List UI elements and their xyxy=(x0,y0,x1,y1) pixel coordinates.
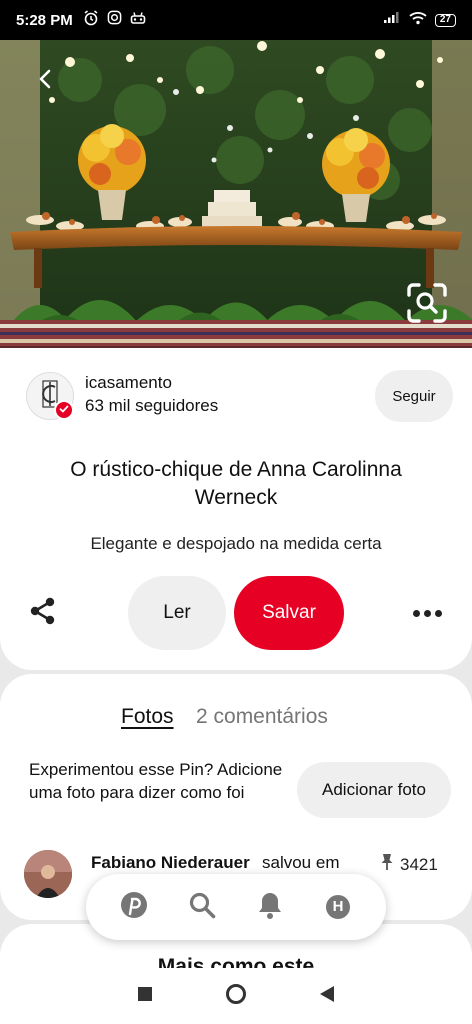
profile-icon: H xyxy=(325,894,351,920)
battery-icon: 27 xyxy=(434,13,456,27)
system-nav-bar xyxy=(0,968,472,1024)
pushpin-icon xyxy=(380,853,394,876)
tried-pin-prompt: Experimentou esse Pin? Adicione uma foto… xyxy=(29,760,283,802)
status-bar: 5:28 PM 27 xyxy=(0,0,472,40)
status-left-icons xyxy=(83,9,146,31)
recents-square-icon xyxy=(137,986,153,1007)
pin-title: O rústico-chique de Anna Carolinna Werne… xyxy=(70,458,402,509)
status-right-icons: 27 xyxy=(383,11,456,30)
notification-icon xyxy=(130,11,146,30)
visual-search-icon xyxy=(405,281,449,330)
activity-action: salvou em xyxy=(262,853,340,872)
nav-profile-button[interactable]: H xyxy=(318,887,358,927)
system-back-button[interactable] xyxy=(312,981,342,1011)
nav-home-button[interactable] xyxy=(114,887,154,927)
profile-initial: H xyxy=(332,898,344,915)
check-icon xyxy=(59,401,69,419)
nav-search-button[interactable] xyxy=(182,887,222,927)
more-options-button[interactable] xyxy=(404,596,450,630)
pin-image[interactable] xyxy=(0,40,472,352)
tab-comments[interactable]: 2 comentários xyxy=(196,705,328,729)
save-button[interactable]: Salvar xyxy=(234,576,344,650)
instagram-icon xyxy=(107,10,122,30)
back-triangle-icon xyxy=(319,985,335,1008)
save-count-value: 3421 xyxy=(400,854,438,874)
follow-button[interactable]: Seguir xyxy=(375,370,453,422)
back-button[interactable] xyxy=(26,62,64,100)
more-dots-icon xyxy=(423,609,431,617)
status-time: 5:28 PM xyxy=(16,11,73,29)
visual-search-button[interactable] xyxy=(404,282,450,328)
save-count: 3421 xyxy=(380,853,438,876)
pin-description: Elegante e despojado na medida certa xyxy=(90,534,382,553)
creator-name[interactable]: icasamento xyxy=(85,373,172,393)
alarm-icon xyxy=(83,9,99,31)
activity-avatar-image xyxy=(24,850,72,898)
search-icon xyxy=(187,890,217,925)
home-circle-icon xyxy=(225,983,247,1010)
tab-photos[interactable]: Fotos xyxy=(121,705,174,729)
bell-icon xyxy=(256,890,284,925)
nav-notifications-button[interactable] xyxy=(250,887,290,927)
home-button[interactable] xyxy=(221,981,251,1011)
signal-icon xyxy=(383,11,401,29)
pinterest-home-icon xyxy=(119,890,149,925)
wifi-icon xyxy=(409,11,427,30)
add-photo-button[interactable]: Adicionar foto xyxy=(297,762,451,818)
read-button[interactable]: Ler xyxy=(128,576,226,650)
verified-badge xyxy=(54,400,74,420)
pin-image-illustration xyxy=(0,40,472,352)
more-dots-icon xyxy=(434,609,442,617)
bottom-nav: H xyxy=(86,874,386,940)
activity-avatar[interactable] xyxy=(24,850,72,898)
share-button[interactable] xyxy=(24,594,62,632)
activity-user-name[interactable]: Fabiano Niederauer xyxy=(91,853,250,873)
share-icon xyxy=(28,596,58,631)
more-dots-icon xyxy=(412,609,420,617)
creator-followers: 63 mil seguidores xyxy=(85,396,219,415)
back-arrow-icon xyxy=(37,69,53,94)
recents-button[interactable] xyxy=(130,981,160,1011)
